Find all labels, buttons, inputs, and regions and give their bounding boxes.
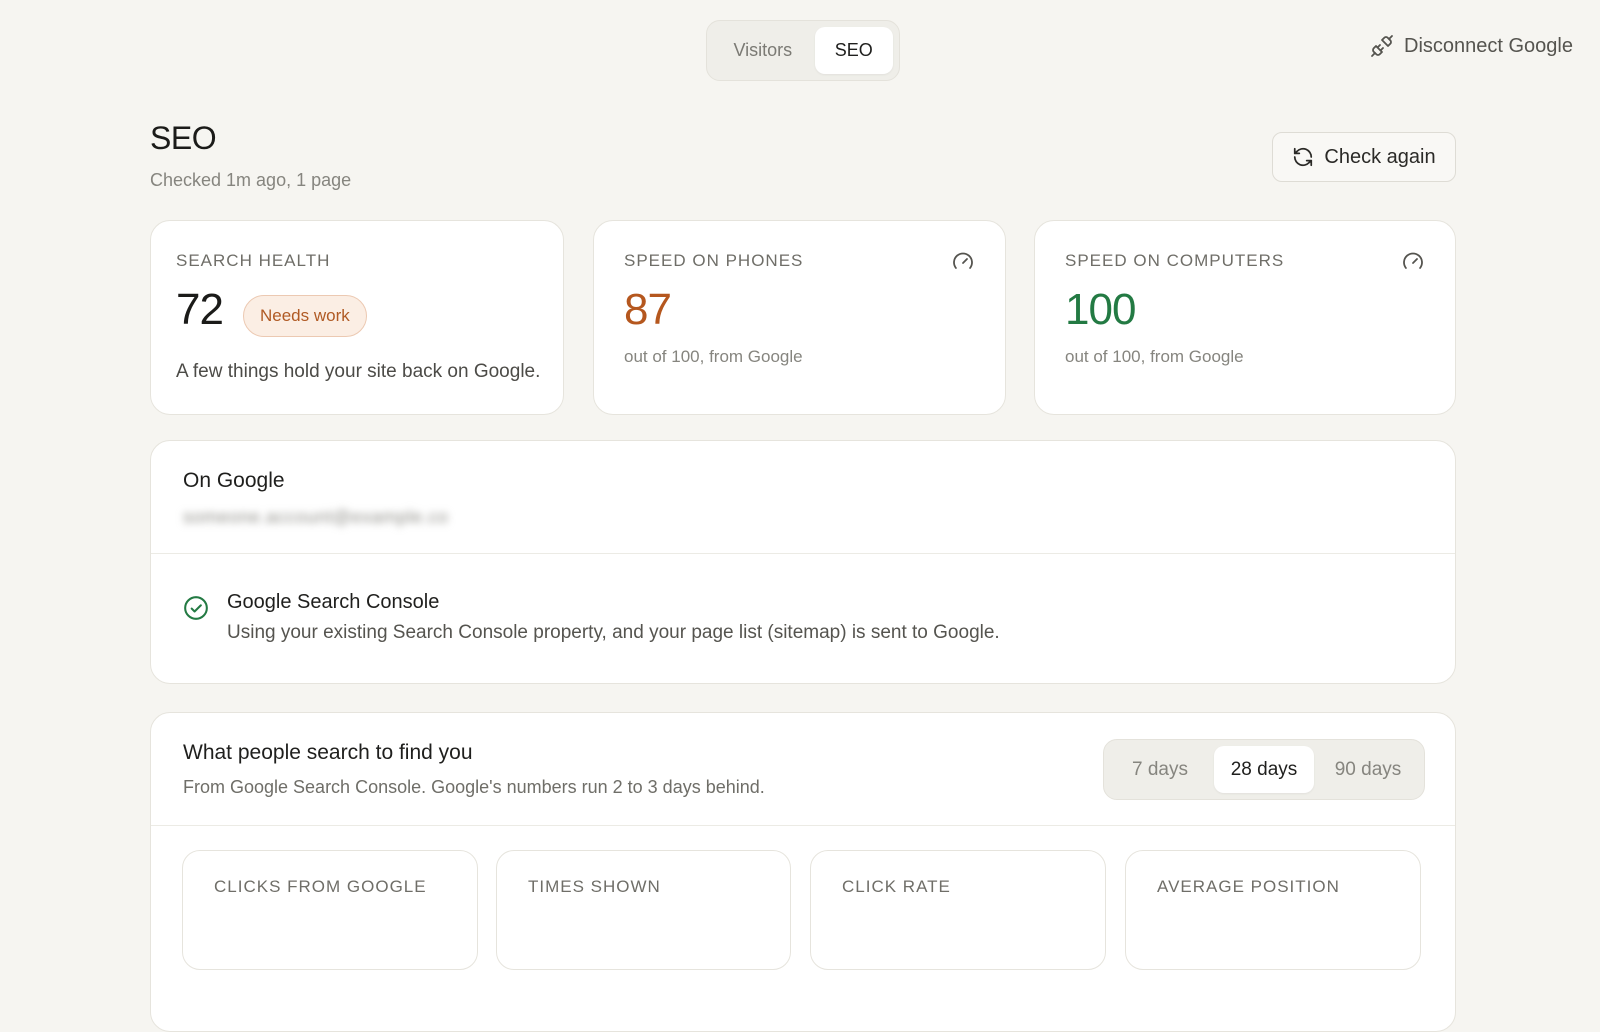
search-console-title: Google Search Console [227, 591, 440, 613]
disconnect-google-button[interactable]: Disconnect Google [1370, 34, 1573, 58]
search-health-card: SEARCH HEALTH 72 Needs work A few things… [150, 220, 564, 415]
search-health-description: A few things hold your site back on Goog… [176, 361, 541, 382]
metric-card-click-rate: CLICK RATE [810, 850, 1106, 970]
speed-phones-card: SPEED ON PHONES 87 out of 100, from Goog… [593, 220, 1006, 415]
search-console-row: Google Search Console Using your existin… [183, 591, 1000, 644]
tab-seo[interactable]: SEO [814, 27, 893, 74]
range-7-days[interactable]: 7 days [1110, 746, 1210, 793]
unplug-icon [1371, 35, 1393, 57]
check-again-label: Check again [1324, 145, 1436, 168]
tab-visitors[interactable]: Visitors [713, 27, 813, 74]
metric-label: CLICKS FROM GOOGLE [214, 877, 427, 896]
check-again-button[interactable]: Check again [1272, 132, 1456, 182]
google-account-email: someone.account@example.co [183, 507, 449, 527]
disconnect-google-label: Disconnect Google [1404, 34, 1573, 57]
metric-card-impressions: TIMES SHOWN [496, 850, 791, 970]
metric-card-position: AVERAGE POSITION [1125, 850, 1421, 970]
search-console-description: Using your existing Search Console prope… [227, 622, 1000, 643]
refresh-icon [1294, 147, 1313, 167]
speed-phones-label: SPEED ON PHONES [624, 251, 804, 270]
search-health-score: 72 [176, 285, 224, 334]
gauge-icon [953, 252, 973, 269]
search-queries-title: What people search to find you [183, 741, 473, 764]
speed-computers-label: SPEED ON COMPUTERS [1065, 251, 1285, 270]
page-subtitle: Checked 1m ago, 1 page [150, 170, 352, 190]
search-health-label: SEARCH HEALTH [176, 251, 331, 270]
metric-card-clicks: CLICKS FROM GOOGLE [182, 850, 478, 970]
view-switcher: Visitors SEO [706, 20, 900, 81]
metric-label: AVERAGE POSITION [1157, 877, 1340, 896]
search-queries-subtitle: From Google Search Console. Google's num… [183, 777, 765, 797]
speed-computers-score: 100 [1065, 285, 1136, 334]
metric-label: TIMES SHOWN [528, 877, 661, 896]
date-range-switcher: 7 days 28 days 90 days [1103, 739, 1425, 800]
speed-phones-score: 87 [624, 285, 672, 334]
speed-computers-card: SPEED ON COMPUTERS 100 out of 100, from … [1034, 220, 1456, 415]
on-google-title: On Google [183, 469, 285, 492]
metric-label: CLICK RATE [842, 877, 951, 896]
gauge-icon [1403, 252, 1423, 269]
top-bar: Visitors SEO Disconnect Google [0, 0, 1600, 100]
divider [151, 825, 1455, 826]
status-badge: Needs work [243, 295, 367, 337]
range-90-days[interactable]: 90 days [1318, 746, 1418, 793]
divider [151, 553, 1455, 554]
on-google-card: On Google someone.account@example.co Goo… [150, 440, 1456, 684]
speed-computers-note: out of 100, from Google [1065, 347, 1244, 366]
speed-phones-note: out of 100, from Google [624, 347, 803, 366]
search-queries-card: What people search to find you From Goog… [150, 712, 1456, 1032]
range-28-days[interactable]: 28 days [1214, 746, 1314, 793]
check-circle-icon [184, 596, 208, 620]
page-title: SEO [150, 120, 217, 156]
